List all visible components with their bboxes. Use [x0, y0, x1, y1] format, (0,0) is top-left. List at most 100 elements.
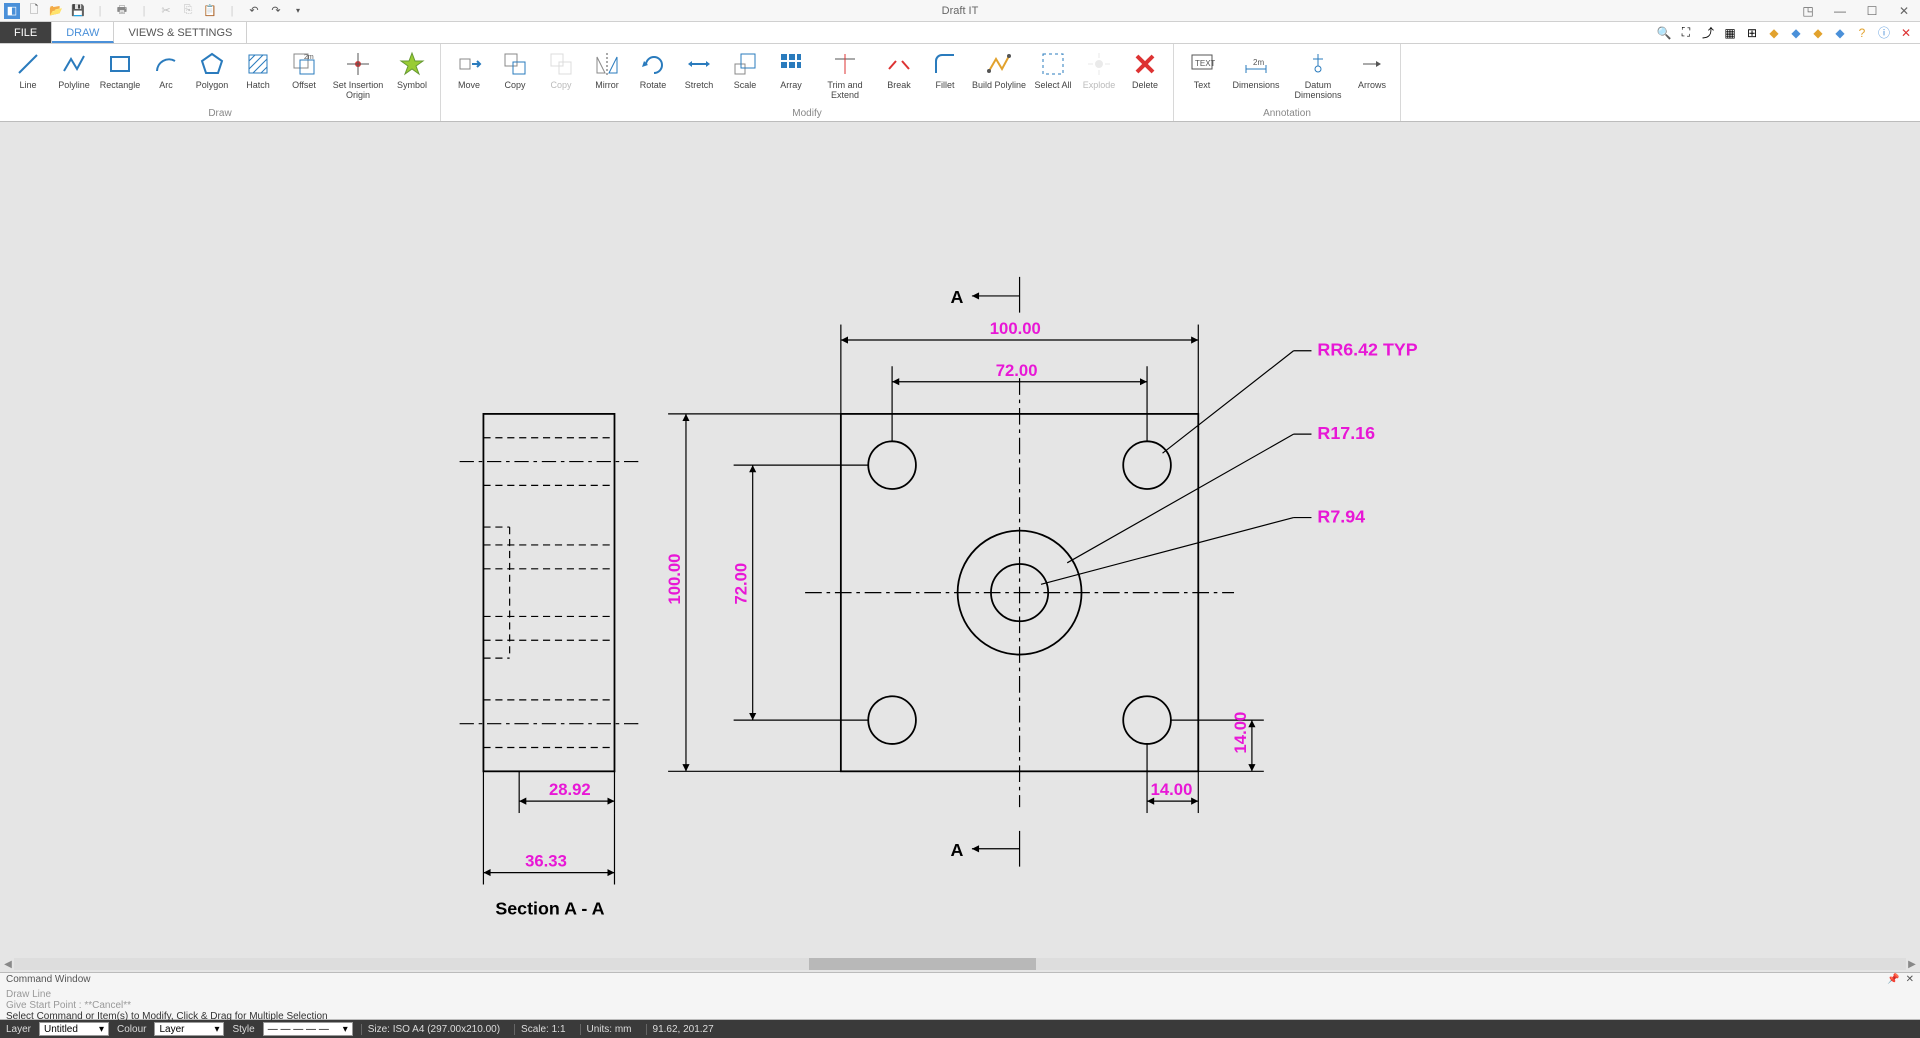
undo-icon[interactable]: ↶ — [246, 3, 262, 19]
svg-text:Section A - A: Section A - A — [495, 898, 604, 918]
svg-text:2m: 2m — [304, 54, 314, 61]
polygon-button[interactable]: Polygon — [190, 48, 234, 102]
zoom-prev-icon[interactable]: ⤴ — [1700, 25, 1716, 41]
app-menu-icon[interactable]: ◧ — [4, 3, 20, 19]
svg-text:14.00: 14.00 — [1231, 712, 1250, 754]
mirror-button[interactable]: Mirror — [585, 48, 629, 102]
app-title: Draft IT — [942, 5, 979, 17]
cmd-line-2: Give Start Point : **Cancel** — [0, 1000, 1920, 1011]
stretch-button[interactable]: Stretch — [677, 48, 721, 102]
ribbon: Line Polyline Rectangle Arc Polygon Hatc… — [0, 44, 1920, 122]
datum-dimensions-button[interactable]: Datum Dimensions — [1288, 48, 1348, 102]
tab-draw[interactable]: DRAW — [52, 22, 114, 43]
qa-dropdown-icon[interactable]: ▾ — [290, 3, 306, 19]
paste-icon[interactable]: 📋 — [202, 3, 218, 19]
copy-disabled-button: Copy — [539, 48, 583, 102]
dimensions-button[interactable]: 2mDimensions — [1226, 48, 1286, 102]
svg-text:28.92: 28.92 — [549, 780, 591, 799]
cmd-line-1: Draw Line — [0, 989, 1920, 1000]
save-icon[interactable]: 💾 — [70, 3, 86, 19]
copy-icon[interactable]: ⎘ — [180, 3, 196, 19]
close-panel-icon[interactable]: ✕ — [1906, 974, 1914, 988]
help-icon[interactable]: ? — [1854, 25, 1870, 41]
close-red-icon[interactable]: ✕ — [1898, 25, 1914, 41]
break-button[interactable]: Break — [877, 48, 921, 102]
svg-text:A: A — [950, 840, 963, 860]
trim-extend-button[interactable]: Trim and Extend — [815, 48, 875, 102]
rotate-button[interactable]: Rotate — [631, 48, 675, 102]
status-bar: Layer Untitled▾ Colour Layer▾ Style — — … — [0, 1020, 1920, 1038]
copy-button[interactable]: Copy — [493, 48, 537, 102]
svg-text:36.33: 36.33 — [525, 852, 567, 871]
rectangle-button[interactable]: Rectangle — [98, 48, 142, 102]
symbol-button[interactable]: Symbol — [390, 48, 434, 102]
pin-icon[interactable]: 📌 — [1887, 974, 1899, 988]
svg-text:R17.16: R17.16 — [1317, 423, 1375, 443]
titlebar: ◧ 🗋 📂 💾 | 🖶 | ✂ ⎘ 📋 | ↶ ↷ ▾ Draft IT ◳ —… — [0, 0, 1920, 22]
svg-text:2m: 2m — [1253, 58, 1264, 67]
status-coords: 91.62, 201.27 — [646, 1024, 720, 1035]
fillet-button[interactable]: Fillet — [923, 48, 967, 102]
section-view: 28.92 36.33 Section A - A — [460, 414, 639, 918]
status-size: Size: ISO A4 (297.00x210.00) — [361, 1024, 506, 1035]
set-origin-button[interactable]: Set Insertion Origin — [328, 48, 388, 102]
help-context-icon[interactable]: ◳ — [1796, 4, 1820, 18]
redo-icon[interactable]: ↷ — [268, 3, 284, 19]
command-window-title: Command Window — [6, 974, 90, 988]
hatch-button[interactable]: Hatch — [236, 48, 280, 102]
status-units: Units: mm — [580, 1024, 638, 1035]
svg-text:14.00: 14.00 — [1151, 780, 1193, 799]
snap4-icon[interactable]: ◆ — [1832, 25, 1848, 41]
polyline-button[interactable]: Polyline — [52, 48, 96, 102]
group-label-draw: Draw — [208, 108, 231, 119]
style-select[interactable]: — — — — —▾ — [263, 1022, 353, 1036]
snap3-icon[interactable]: ◆ — [1810, 25, 1826, 41]
plan-view: A A 100.00 72.00 100.00 72.00 14.00 14.0… — [665, 277, 1418, 867]
svg-text:R7.94: R7.94 — [1317, 506, 1365, 526]
line-button[interactable]: Line — [6, 48, 50, 102]
move-button[interactable]: Move — [447, 48, 491, 102]
ribbon-tabs: FILE DRAW VIEWS & SETTINGS 🔍 ⛶ ⤴ ▦ ⊞ ◆ ◆… — [0, 22, 1920, 44]
horizontal-scrollbar[interactable]: ◀▶ — [2, 956, 1918, 972]
arrows-button[interactable]: Arrows — [1350, 48, 1394, 102]
select-all-button[interactable]: Select All — [1031, 48, 1075, 102]
maximize-icon[interactable]: ☐ — [1860, 4, 1884, 18]
svg-text:RR6.42 TYP: RR6.42 TYP — [1317, 340, 1417, 360]
new-icon[interactable]: 🗋 — [26, 3, 42, 19]
svg-text:72.00: 72.00 — [996, 361, 1038, 380]
svg-text:100.00: 100.00 — [665, 554, 684, 605]
zoom-extents-icon[interactable]: ⛶ — [1678, 25, 1694, 41]
status-layer-label: Layer — [6, 1024, 31, 1035]
open-icon[interactable]: 📂 — [48, 3, 64, 19]
tab-file[interactable]: FILE — [0, 22, 52, 43]
info-icon[interactable]: ⓘ — [1876, 25, 1892, 41]
snap2-icon[interactable]: ◆ — [1788, 25, 1804, 41]
group-label-annotation: Annotation — [1263, 108, 1311, 119]
layer-select[interactable]: Untitled▾ — [39, 1022, 109, 1036]
offset-button[interactable]: 2mOffset — [282, 48, 326, 102]
build-polyline-button[interactable]: Build Polyline — [969, 48, 1029, 102]
command-window: Command Window 📌 ✕ Draw Line Give Start P… — [0, 972, 1920, 1020]
explode-button: Explode — [1077, 48, 1121, 102]
array-button[interactable]: Array — [769, 48, 813, 102]
tab-views-settings[interactable]: VIEWS & SETTINGS — [114, 22, 247, 43]
arc-button[interactable]: Arc — [144, 48, 188, 102]
delete-button[interactable]: Delete — [1123, 48, 1167, 102]
cut-icon[interactable]: ✂ — [158, 3, 174, 19]
drawing-canvas[interactable]: 28.92 36.33 Section A - A A A 100.00 72.… — [0, 122, 1920, 956]
print-icon[interactable]: 🖶 — [114, 3, 130, 19]
status-style-label: Style — [232, 1024, 254, 1035]
svg-text:TEXT: TEXT — [1195, 59, 1215, 68]
colour-select[interactable]: Layer▾ — [154, 1022, 224, 1036]
status-scale: Scale: 1:1 — [514, 1024, 571, 1035]
ortho-icon[interactable]: ⊞ — [1744, 25, 1760, 41]
close-icon[interactable]: ✕ — [1892, 4, 1916, 18]
grid-icon[interactable]: ▦ — [1722, 25, 1738, 41]
snap1-icon[interactable]: ◆ — [1766, 25, 1782, 41]
text-button[interactable]: TEXTText — [1180, 48, 1224, 102]
zoom-window-icon[interactable]: 🔍 — [1656, 25, 1672, 41]
minimize-icon[interactable]: — — [1828, 4, 1852, 18]
group-label-modify: Modify — [792, 108, 821, 119]
scale-button[interactable]: Scale — [723, 48, 767, 102]
svg-text:A: A — [950, 287, 963, 307]
